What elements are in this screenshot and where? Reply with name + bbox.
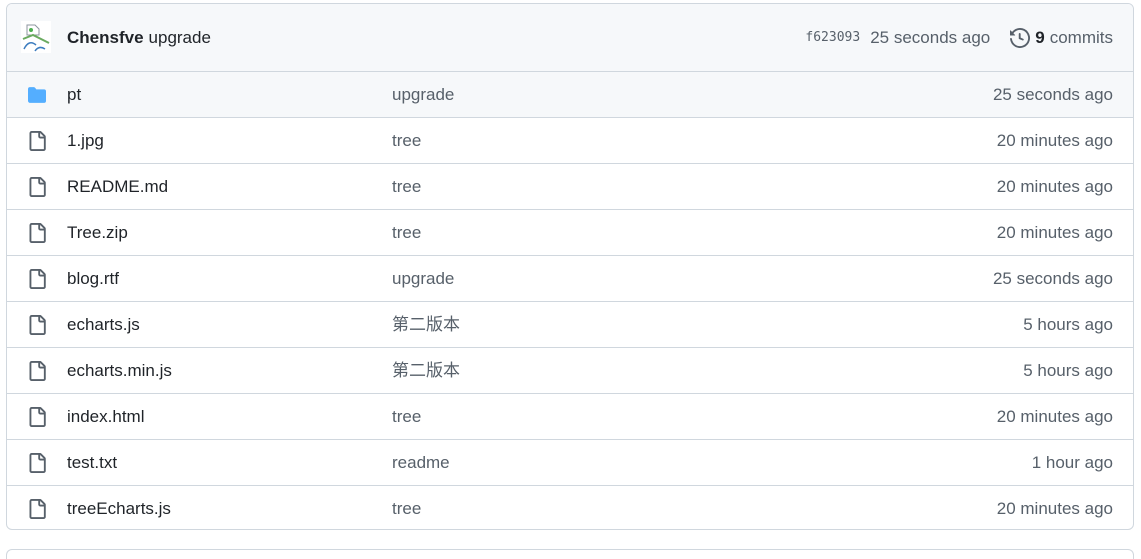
last-updated: 20 minutes ago bbox=[996, 407, 1113, 426]
file-icon bbox=[27, 407, 47, 427]
file-row[interactable]: 1.jpg tree 20 minutes ago bbox=[7, 118, 1133, 164]
commits-history-link[interactable]: 9 commits bbox=[1010, 28, 1113, 48]
file-browser: Chensfve upgrade f623093 25 seconds ago … bbox=[6, 3, 1134, 530]
last-updated: 5 hours ago bbox=[1023, 315, 1113, 334]
file-name-link[interactable]: pt bbox=[67, 72, 81, 118]
file-name-link[interactable]: echarts.min.js bbox=[67, 348, 172, 394]
commit-message-link[interactable]: tree bbox=[392, 394, 421, 440]
file-row[interactable]: blog.rtf upgrade 25 seconds ago bbox=[7, 256, 1133, 302]
file-name-link[interactable]: README.md bbox=[67, 164, 168, 210]
file-row[interactable]: echarts.js 第二版本 5 hours ago bbox=[7, 302, 1133, 348]
last-updated: 20 minutes ago bbox=[996, 177, 1113, 196]
file-name-link[interactable]: echarts.js bbox=[67, 302, 140, 348]
commit-message-link[interactable]: tree bbox=[392, 118, 421, 164]
last-updated: 20 minutes ago bbox=[996, 131, 1113, 150]
file-name-link[interactable]: Tree.zip bbox=[67, 210, 128, 256]
file-row[interactable]: treeEcharts.js tree 20 minutes ago bbox=[7, 486, 1133, 529]
file-name-link[interactable]: test.txt bbox=[67, 440, 117, 486]
file-name-link[interactable]: index.html bbox=[67, 394, 144, 440]
history-icon bbox=[1010, 27, 1031, 48]
commit-author[interactable]: Chensfve bbox=[67, 28, 144, 48]
folder-icon bbox=[27, 86, 47, 104]
commits-label: commits bbox=[1049, 27, 1113, 47]
commit-message-link[interactable]: tree bbox=[392, 210, 421, 256]
folder-row[interactable]: pt upgrade 25 seconds ago bbox=[7, 72, 1133, 118]
last-updated: 20 minutes ago bbox=[996, 499, 1113, 518]
file-icon bbox=[27, 499, 47, 519]
commit-author-line: Chensfve upgrade bbox=[67, 4, 211, 71]
commits-count: 9 bbox=[1035, 27, 1045, 47]
file-icon bbox=[27, 269, 47, 289]
commit-message-link[interactable]: 第二版本 bbox=[392, 302, 460, 348]
latest-commit-header: Chensfve upgrade f623093 25 seconds ago … bbox=[7, 4, 1133, 72]
file-icon bbox=[27, 361, 47, 381]
file-icon bbox=[27, 131, 47, 151]
file-name-link[interactable]: blog.rtf bbox=[67, 256, 119, 302]
file-row[interactable]: Tree.zip tree 20 minutes ago bbox=[7, 210, 1133, 256]
file-icon bbox=[27, 223, 47, 243]
file-list: pt upgrade 25 seconds ago 1.jpg tree 20 minut… bbox=[7, 72, 1133, 529]
commit-meta: f623093 25 seconds ago 9 commits bbox=[805, 4, 1113, 71]
commit-message-link[interactable]: readme bbox=[392, 440, 450, 486]
file-row[interactable]: README.md tree 20 minutes ago bbox=[7, 164, 1133, 210]
file-icon bbox=[27, 315, 47, 335]
next-panel-edge bbox=[6, 549, 1134, 559]
commit-sha[interactable]: f623093 bbox=[805, 30, 860, 45]
last-updated: 5 hours ago bbox=[1023, 361, 1113, 380]
commit-message-link[interactable]: upgrade bbox=[392, 256, 454, 302]
file-row[interactable]: echarts.min.js 第二版本 5 hours ago bbox=[7, 348, 1133, 394]
file-icon bbox=[27, 453, 47, 473]
file-row[interactable]: index.html tree 20 minutes ago bbox=[7, 394, 1133, 440]
file-name-link[interactable]: 1.jpg bbox=[67, 118, 104, 164]
commit-message-link[interactable]: tree bbox=[392, 164, 421, 210]
commit-message-link[interactable]: upgrade bbox=[392, 72, 454, 118]
commit-message-link[interactable]: 第二版本 bbox=[392, 348, 460, 394]
commit-message[interactable]: upgrade bbox=[149, 28, 211, 48]
last-updated: 20 minutes ago bbox=[996, 223, 1113, 242]
last-updated: 25 seconds ago bbox=[992, 269, 1113, 288]
commit-message-link[interactable]: tree bbox=[392, 486, 421, 529]
last-updated: 25 seconds ago bbox=[992, 85, 1113, 104]
last-updated: 1 hour ago bbox=[1031, 453, 1113, 472]
file-name-link[interactable]: treeEcharts.js bbox=[67, 486, 171, 529]
file-row[interactable]: test.txt readme 1 hour ago bbox=[7, 440, 1133, 486]
avatar[interactable] bbox=[21, 21, 51, 53]
commit-time: 25 seconds ago bbox=[870, 27, 991, 47]
file-icon bbox=[27, 177, 47, 197]
